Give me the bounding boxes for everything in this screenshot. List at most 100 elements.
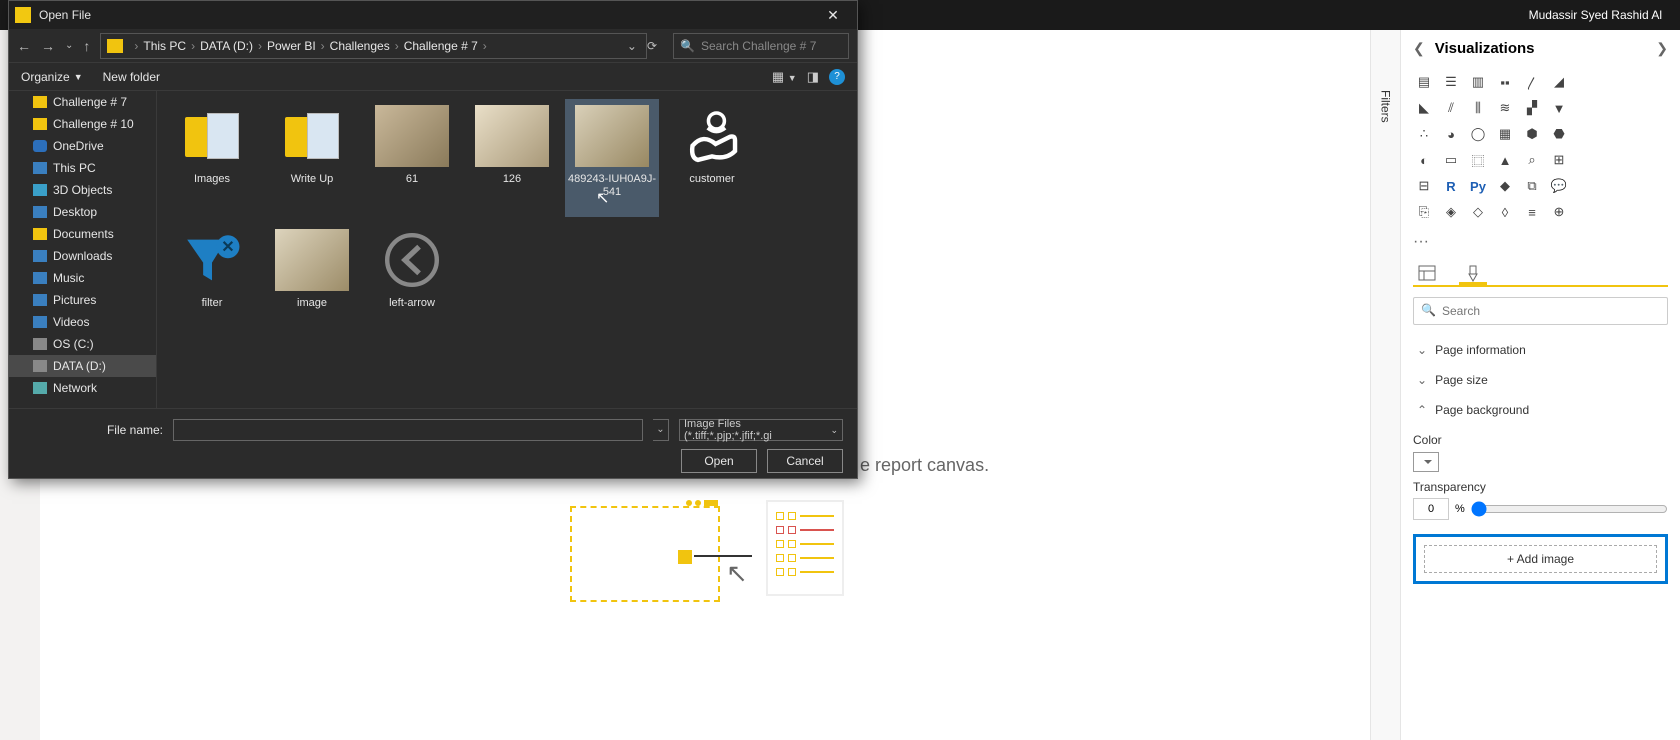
section-page-information[interactable]: ⌄ Page information	[1413, 335, 1668, 365]
viz-stacked-area-icon[interactable]: ◣	[1413, 97, 1435, 119]
viz-smart-narrative-icon[interactable]: ≡	[1521, 201, 1543, 223]
viz-gauge-icon[interactable]: ◐	[1413, 149, 1435, 171]
viz-multi-row-card-icon[interactable]: ⿴	[1467, 149, 1489, 171]
file-type-select[interactable]: Image Files (*.tiff;*.pjp;*.jfif;*.gi ⌄	[679, 419, 843, 441]
viz-line-icon[interactable]: 〳	[1521, 71, 1543, 93]
tree-item[interactable]: OS (C:)	[9, 333, 156, 355]
format-tab[interactable]	[1459, 263, 1487, 285]
breadcrumb-bar[interactable]: › This PC › DATA (D:) › Power BI › Chall…	[100, 33, 646, 59]
open-button[interactable]: Open	[681, 449, 757, 473]
filename-input[interactable]	[173, 419, 643, 441]
viz-python-visual-icon[interactable]: Py	[1467, 175, 1489, 197]
transparency-input[interactable]	[1413, 498, 1449, 520]
tree-item[interactable]: 3D Objects	[9, 179, 156, 201]
breadcrumb-item[interactable]: DATA (D:)	[200, 39, 253, 53]
viz-card-icon[interactable]: ▭	[1440, 149, 1462, 171]
viz-clustered-column-icon[interactable]: ▪▪	[1494, 71, 1516, 93]
viz-funnel-icon[interactable]: ▼	[1548, 97, 1570, 119]
file-item[interactable]: 126	[465, 99, 559, 217]
breadcrumb-history-icon[interactable]: ⌄	[627, 39, 637, 53]
tree-item[interactable]: OneDrive	[9, 135, 156, 157]
search-box[interactable]: 🔍 Search Challenge # 7	[673, 33, 849, 59]
viz-arcgis-icon[interactable]: ◈	[1440, 201, 1462, 223]
format-search-input[interactable]	[1413, 297, 1668, 325]
new-folder-button[interactable]: New folder	[103, 70, 160, 84]
fields-tab[interactable]	[1413, 263, 1441, 285]
tree-item[interactable]: DATA (D:)	[9, 355, 156, 377]
viz-waterfall-icon[interactable]: ▞	[1521, 97, 1543, 119]
breadcrumb-item[interactable]: Challenge # 7	[404, 39, 478, 53]
viz-decomposition-tree-icon[interactable]: ⧉	[1521, 175, 1543, 197]
cancel-button[interactable]: Cancel	[767, 449, 843, 473]
file-item[interactable]: image	[265, 223, 359, 341]
viz-powerapps-icon[interactable]: ◇	[1467, 201, 1489, 223]
preview-pane-icon[interactable]: ◨	[807, 69, 819, 85]
viz-nav-right-icon[interactable]: ❯	[1656, 40, 1668, 57]
viz-matrix-icon[interactable]: ⊟	[1413, 175, 1435, 197]
viz-stacked-column-icon[interactable]: ▥	[1467, 71, 1489, 93]
breadcrumb-item[interactable]: Challenges	[330, 39, 390, 53]
viz-kpi-icon[interactable]: ▲	[1494, 149, 1516, 171]
section-page-background[interactable]: ⌃ Page background	[1413, 395, 1668, 425]
viz-r-visual-icon[interactable]: R	[1440, 175, 1462, 197]
file-item[interactable]: 489243-IUH0A9J-541	[565, 99, 659, 217]
file-item[interactable]: 61	[365, 99, 459, 217]
viz-scatter-icon[interactable]: ∴	[1413, 123, 1435, 145]
file-list[interactable]: ImagesWrite Up61126489243-IUH0A9J-541cus…	[157, 91, 857, 408]
viz-pie-icon[interactable]: ◕	[1440, 123, 1462, 145]
viz-more-icon[interactable]: ···	[1413, 233, 1668, 251]
viz-map-icon[interactable]: ⬢	[1521, 123, 1543, 145]
viz-donut-icon[interactable]: ◯	[1467, 123, 1489, 145]
viz-line-stacked-column-icon[interactable]: ⫽	[1440, 97, 1462, 119]
tree-item[interactable]: Pictures	[9, 289, 156, 311]
filename-history-icon[interactable]: ⌄	[653, 419, 669, 441]
file-item[interactable]: Images	[165, 99, 259, 217]
tree-item[interactable]: Videos	[9, 311, 156, 333]
file-item[interactable]: ✕filter	[165, 223, 259, 341]
folder-tree[interactable]: Challenge # 7Challenge # 10OneDriveThis …	[9, 91, 157, 408]
viz-clustered-bar-icon[interactable]: ☰	[1440, 71, 1462, 93]
color-picker[interactable]	[1413, 452, 1439, 472]
viz-filled-map-icon[interactable]: ⬣	[1548, 123, 1570, 145]
viz-key-influencers-icon[interactable]: ◆	[1494, 175, 1516, 197]
breadcrumb-item[interactable]: Power BI	[267, 39, 316, 53]
viz-get-more-icon[interactable]: ⊕	[1548, 201, 1570, 223]
close-button[interactable]: ✕	[815, 7, 851, 24]
viz-treemap-icon[interactable]: ▦	[1494, 123, 1516, 145]
nav-up-icon[interactable]: ↑	[83, 38, 90, 54]
tree-item[interactable]: Network	[9, 377, 156, 399]
file-item[interactable]: customer	[665, 99, 759, 217]
breadcrumb-item[interactable]: This PC	[143, 39, 186, 53]
view-options-icon[interactable]: ▦ ▼	[772, 69, 797, 85]
viz-area-icon[interactable]: ◢	[1548, 71, 1570, 93]
section-page-size[interactable]: ⌄ Page size	[1413, 365, 1668, 395]
tree-item[interactable]: Downloads	[9, 245, 156, 267]
viz-paginated-icon[interactable]: ⎘	[1413, 201, 1435, 223]
viz-stacked-bar-icon[interactable]: ▤	[1413, 71, 1435, 93]
add-image-button[interactable]: + Add image	[1413, 534, 1668, 584]
tree-item[interactable]: Documents	[9, 223, 156, 245]
tree-item[interactable]: Music	[9, 267, 156, 289]
nav-back-icon[interactable]: ←	[17, 38, 31, 54]
viz-qa-icon[interactable]: 💬	[1548, 175, 1570, 197]
transparency-slider[interactable]	[1471, 501, 1668, 517]
organize-button[interactable]: Organize ▼	[21, 70, 83, 84]
tree-item[interactable]: Challenge # 10	[9, 113, 156, 135]
refresh-icon[interactable]: ⟳	[647, 39, 657, 53]
help-icon[interactable]: ?	[829, 69, 845, 85]
viz-powerautomate-icon[interactable]: ◊	[1494, 201, 1516, 223]
viz-ribbon-icon[interactable]: ≋	[1494, 97, 1516, 119]
viz-slicer-icon[interactable]: ⌕	[1521, 149, 1543, 171]
viz-table-icon[interactable]: ⊞	[1548, 149, 1570, 171]
file-item[interactable]: left-arrow	[365, 223, 459, 341]
nav-recent-icon[interactable]: ⌄	[65, 40, 73, 51]
viz-line-clustered-column-icon[interactable]: ⫼	[1467, 97, 1489, 119]
tree-item[interactable]: Desktop	[9, 201, 156, 223]
dialog-titlebar[interactable]: Open File ✕	[9, 1, 857, 29]
viz-nav-left-icon[interactable]: ❮	[1413, 40, 1425, 57]
nav-forward-icon[interactable]: →	[41, 38, 55, 54]
file-item[interactable]: Write Up	[265, 99, 359, 217]
tree-item[interactable]: Challenge # 7	[9, 91, 156, 113]
tree-item[interactable]: This PC	[9, 157, 156, 179]
filters-tab[interactable]: Filters	[1371, 30, 1401, 740]
